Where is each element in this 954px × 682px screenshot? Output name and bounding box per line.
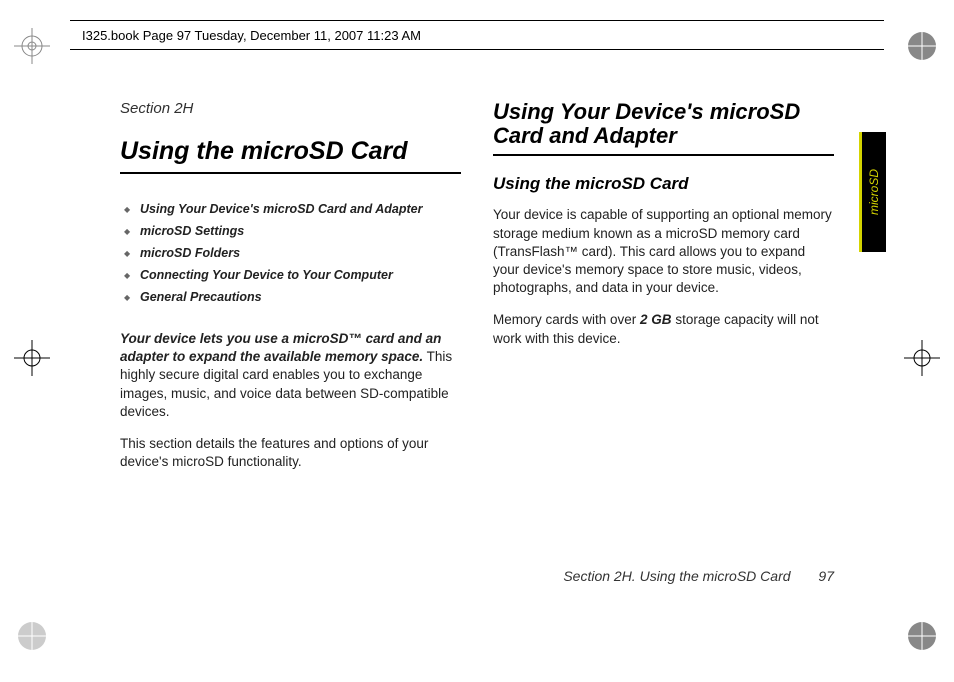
page-content: Section 2H Using the microSD Card Using … xyxy=(120,100,834,582)
title-underline xyxy=(120,172,461,174)
section-label: Section 2H xyxy=(120,100,461,117)
intro-lead: Your device lets you use a microSD™ card… xyxy=(120,331,441,364)
intro-paragraph-2: This section details the features and op… xyxy=(120,435,461,471)
crop-mark-icon xyxy=(904,618,940,654)
intro-paragraph-1: Your device lets you use a microSD™ card… xyxy=(120,330,461,421)
crop-mark-icon xyxy=(904,28,940,64)
page-number: 97 xyxy=(818,568,834,584)
header-text: I325.book Page 97 Tuesday, December 11, … xyxy=(82,28,421,43)
crop-mark-icon xyxy=(904,340,940,376)
toc-item: microSD Settings xyxy=(120,224,461,238)
toc-list: Using Your Device's microSD Card and Ada… xyxy=(120,202,461,304)
footer-text: Section 2H. Using the microSD Card xyxy=(563,568,790,584)
right-column: Using Your Device's microSD Card and Ada… xyxy=(493,100,834,582)
right-column-title: Using Your Device's microSD Card and Ada… xyxy=(493,100,834,148)
side-tab: microSD xyxy=(859,132,886,252)
left-column: Section 2H Using the microSD Card Using … xyxy=(120,100,461,582)
toc-item: Using Your Device's microSD Card and Ada… xyxy=(120,202,461,216)
toc-item: Connecting Your Device to Your Computer xyxy=(120,268,461,282)
right-title-underline xyxy=(493,154,834,156)
document-header: I325.book Page 97 Tuesday, December 11, … xyxy=(70,20,884,50)
crop-mark-icon xyxy=(14,618,50,654)
subheading: Using the microSD Card xyxy=(493,174,834,194)
crop-mark-icon xyxy=(14,340,50,376)
para2-bold: 2 GB xyxy=(640,312,672,327)
para2-part-a: Memory cards with over xyxy=(493,312,640,327)
body-paragraph-1: Your device is capable of supporting an … xyxy=(493,206,834,297)
page-footer: Section 2H. Using the microSD Card 97 xyxy=(563,568,834,584)
body-paragraph-2: Memory cards with over 2 GB storage capa… xyxy=(493,311,834,347)
toc-item: microSD Folders xyxy=(120,246,461,260)
crop-mark-icon xyxy=(14,28,50,64)
toc-item: General Precautions xyxy=(120,290,461,304)
side-tab-label: microSD xyxy=(867,169,881,215)
page-title: Using the microSD Card xyxy=(120,137,461,166)
